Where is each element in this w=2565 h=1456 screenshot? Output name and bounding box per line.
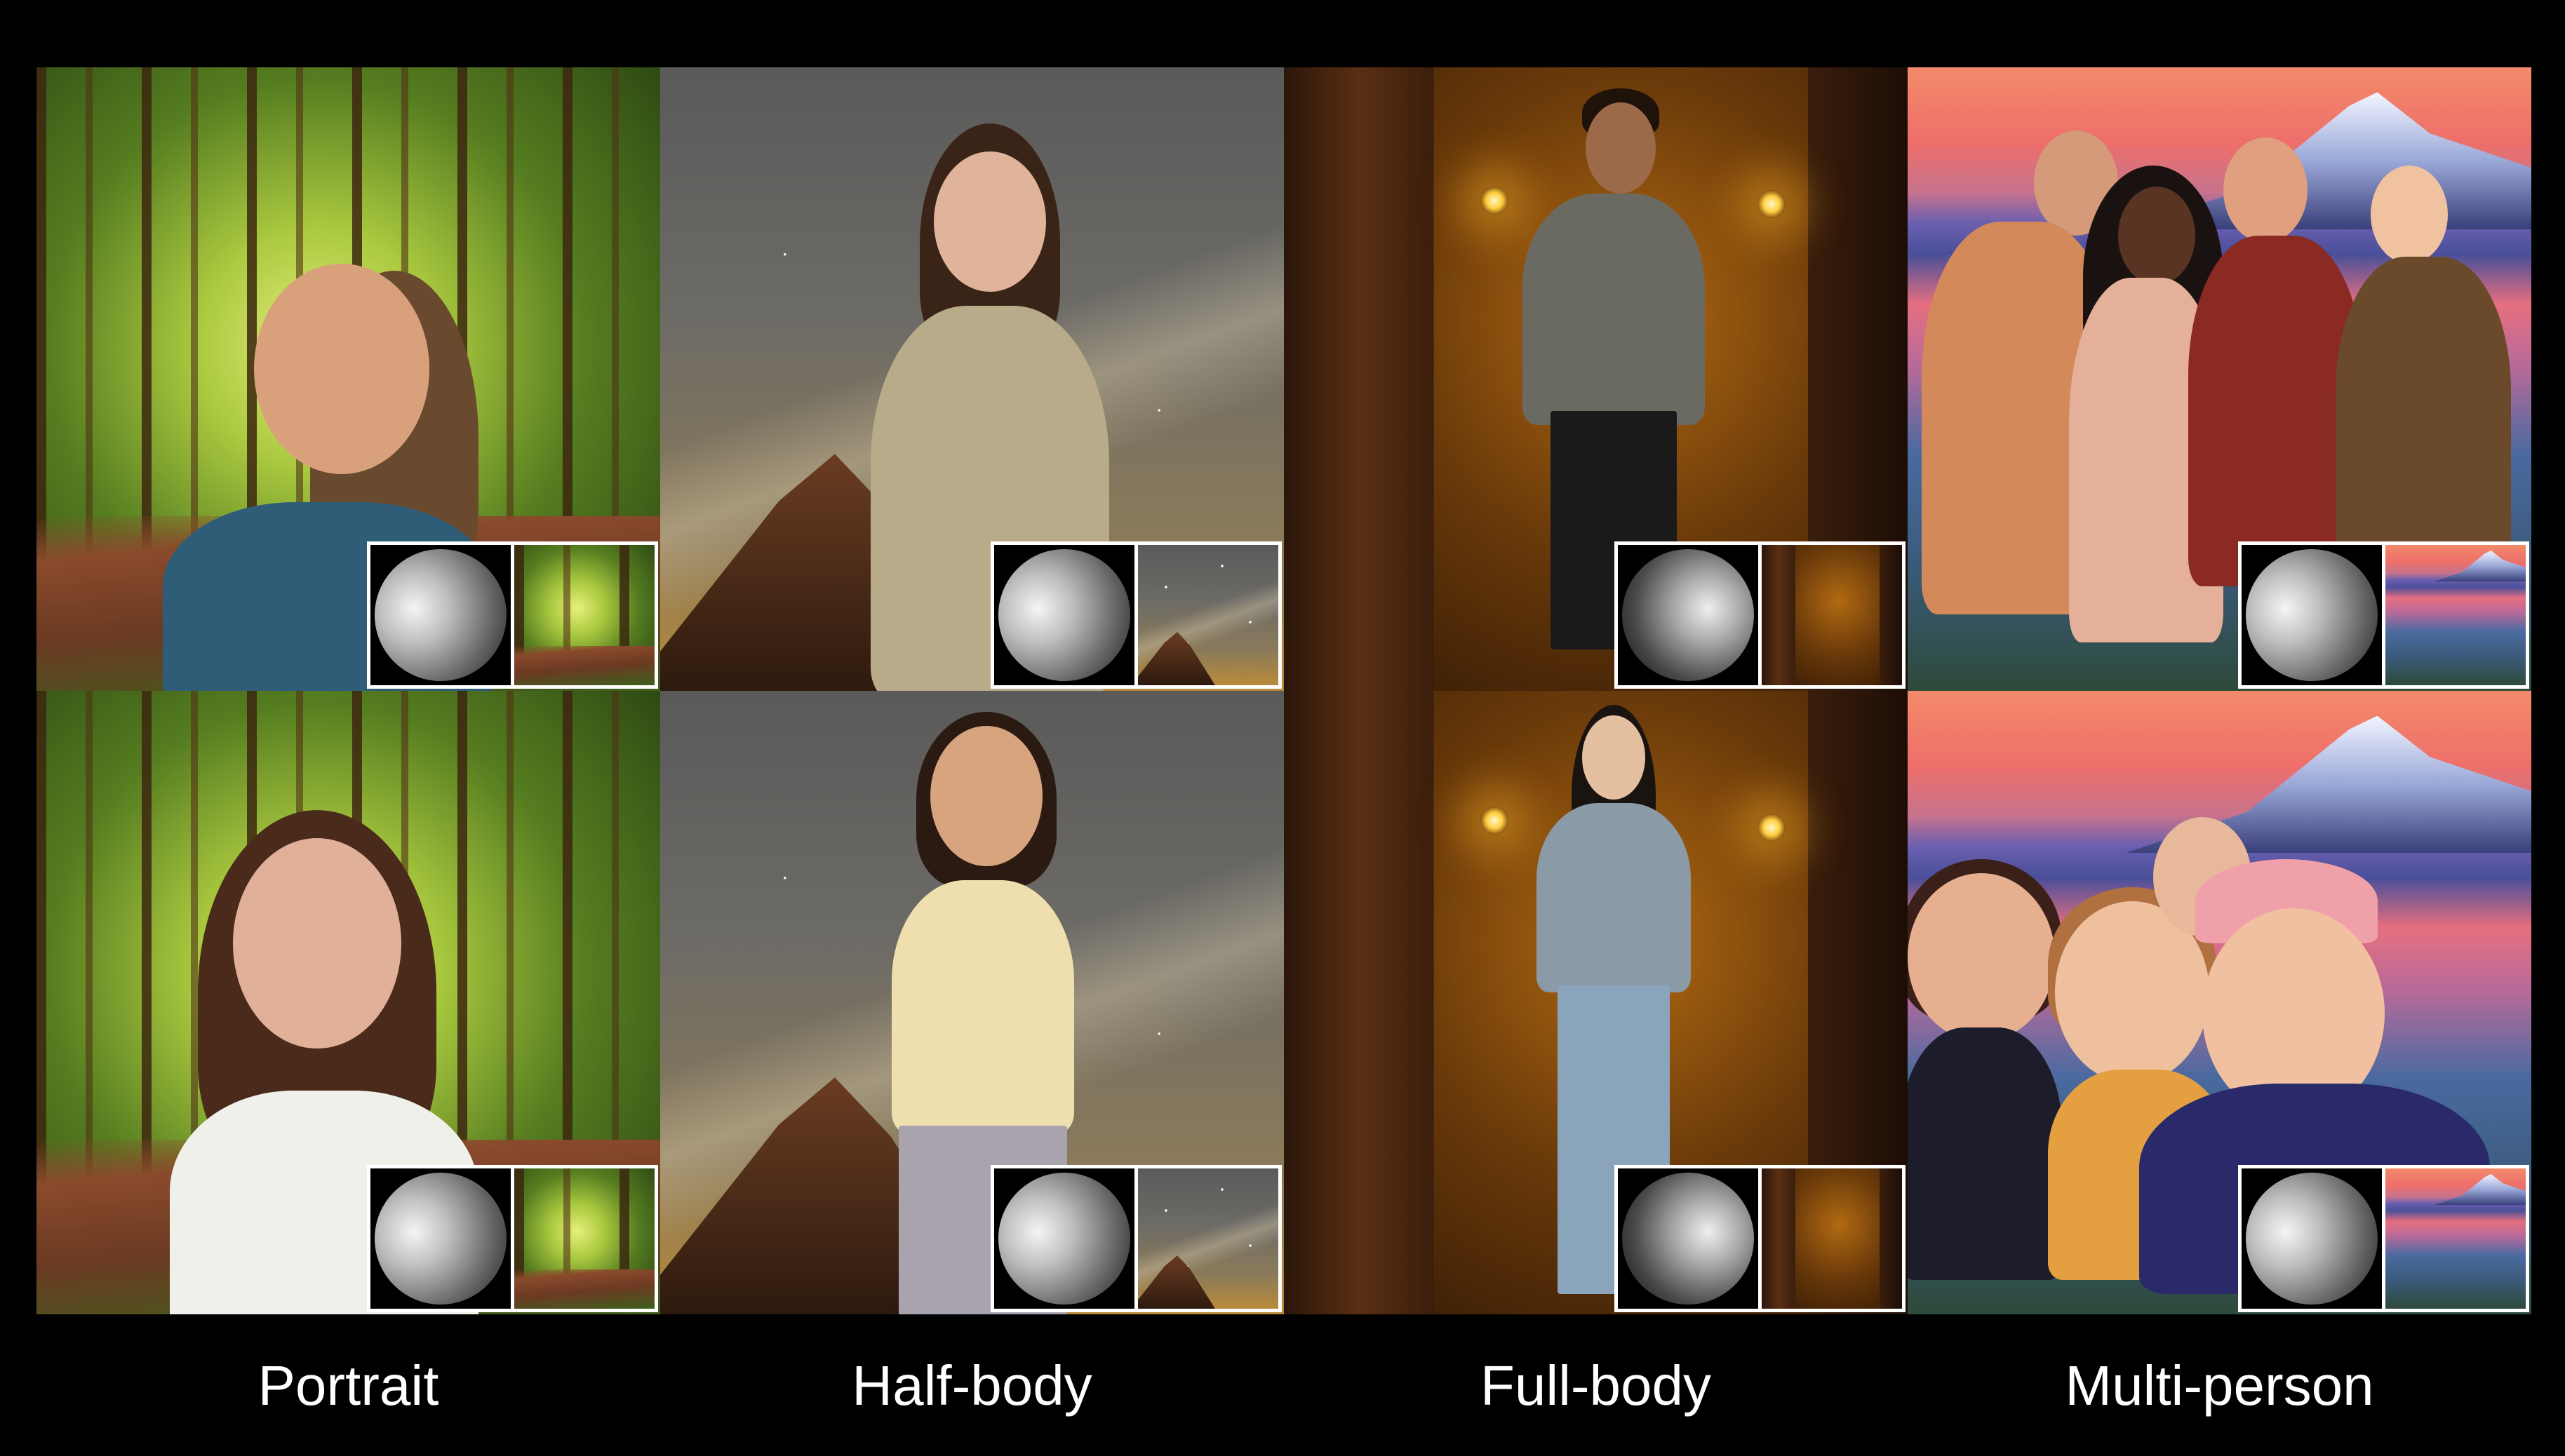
caption-full-body: Full-body <box>1480 1354 1712 1417</box>
full-body-example-1 <box>1284 67 1908 691</box>
sphere-icon <box>991 1165 1138 1312</box>
environment-map-thumbnail <box>1758 541 1906 689</box>
portrait-example-1 <box>36 67 660 691</box>
multi-person-example-2 <box>1908 691 2531 1314</box>
caption-multi-person: Multi-person <box>2065 1354 2374 1417</box>
environment-map-thumbnail <box>1134 1165 1282 1312</box>
half-body-example-1 <box>660 67 1284 691</box>
portrait-example-2 <box>36 691 660 1314</box>
half-body-example-2 <box>660 691 1284 1314</box>
environment-map-thumbnail <box>1758 1165 1906 1312</box>
sphere-icon <box>367 1165 514 1312</box>
sphere-icon <box>1614 1165 1762 1312</box>
results-grid <box>36 67 2531 1314</box>
sphere-icon <box>2238 541 2385 689</box>
sphere-icon <box>991 541 1138 689</box>
environment-map-thumbnail <box>2382 541 2529 689</box>
caption-portrait: Portrait <box>257 1354 439 1417</box>
full-body-example-2 <box>1284 691 1908 1314</box>
environment-map-thumbnail <box>511 1165 658 1312</box>
caption-half-body: Half-body <box>852 1354 1092 1417</box>
sphere-icon <box>2238 1165 2385 1312</box>
environment-map-thumbnail <box>511 541 658 689</box>
sphere-icon <box>1614 541 1762 689</box>
multi-person-example-1 <box>1908 67 2531 691</box>
environment-map-thumbnail <box>2382 1165 2529 1312</box>
environment-map-thumbnail <box>1134 541 1282 689</box>
sphere-icon <box>367 541 514 689</box>
